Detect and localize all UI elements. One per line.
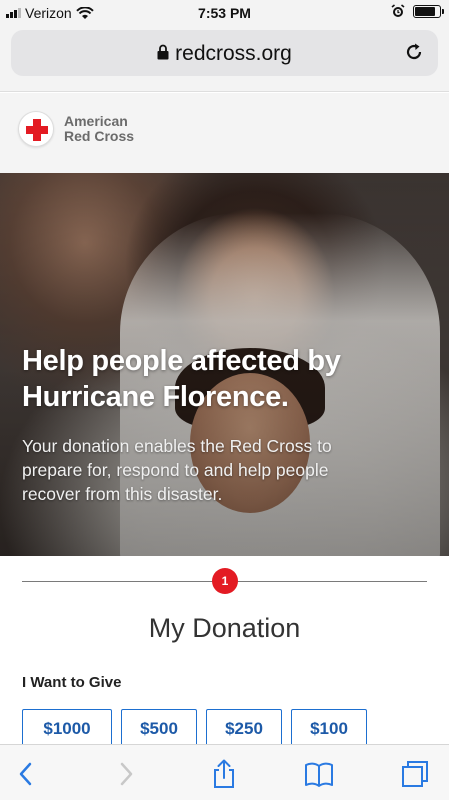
tabs-icon[interactable] xyxy=(400,759,430,789)
chevron-left-icon[interactable] xyxy=(12,759,42,789)
book-icon[interactable] xyxy=(304,759,334,789)
safari-bottom-toolbar xyxy=(0,744,449,800)
site-header: American Red Cross xyxy=(0,93,449,173)
status-bar: Verizon 7:53 PM xyxy=(0,0,449,26)
hero-subtext: Your donation enables the Red Cross to p… xyxy=(22,434,432,506)
give-label: I Want to Give xyxy=(22,674,122,691)
battery-icon xyxy=(413,4,444,18)
amount-button-250[interactable]: $250 xyxy=(206,709,282,749)
red-cross-emblem-icon xyxy=(18,111,54,147)
url-display[interactable]: redcross.org xyxy=(11,42,438,66)
donation-title: My Donation xyxy=(148,613,301,643)
step-badge: 1 xyxy=(212,568,238,594)
reload-icon[interactable] xyxy=(404,42,424,62)
url-text: redcross.org xyxy=(175,42,292,65)
amount-button-100[interactable]: $100 xyxy=(291,709,367,749)
logo-line-1: American xyxy=(64,113,128,129)
browser-toolbar: redcross.org xyxy=(0,26,449,92)
hero-banner: Help people affected by Hurricane Floren… xyxy=(0,173,449,556)
amount-button-500[interactable]: $500 xyxy=(121,709,197,749)
address-bar[interactable]: redcross.org xyxy=(11,30,438,76)
hero-subtext-line-2: prepare for, respond to and help people xyxy=(22,460,329,480)
lock-icon xyxy=(157,45,169,60)
hero-subtext-line-3: recover from this disaster. xyxy=(22,484,223,504)
logo-wordmark: American Red Cross xyxy=(64,114,134,144)
chevron-right-icon[interactable] xyxy=(110,759,140,789)
hero-subtext-line-1: Your donation enables the Red Cross to xyxy=(22,436,332,456)
amount-button-1000[interactable]: $1000 xyxy=(22,709,112,749)
share-icon[interactable] xyxy=(209,759,239,789)
alarm-icon xyxy=(391,4,405,17)
amount-options: $1000 $500 $250 $100 xyxy=(22,709,367,749)
hero-headline-line-1: Help people affected by xyxy=(22,345,341,377)
red-cross-logo[interactable]: American Red Cross xyxy=(18,111,134,147)
hero-headline-line-2: Hurricane Florence. xyxy=(22,381,289,413)
hero-headline: Help people affected by Hurricane Floren… xyxy=(22,343,432,415)
status-right xyxy=(391,4,444,18)
status-time: 7:53 PM xyxy=(198,5,251,21)
logo-line-2: Red Cross xyxy=(64,128,135,144)
